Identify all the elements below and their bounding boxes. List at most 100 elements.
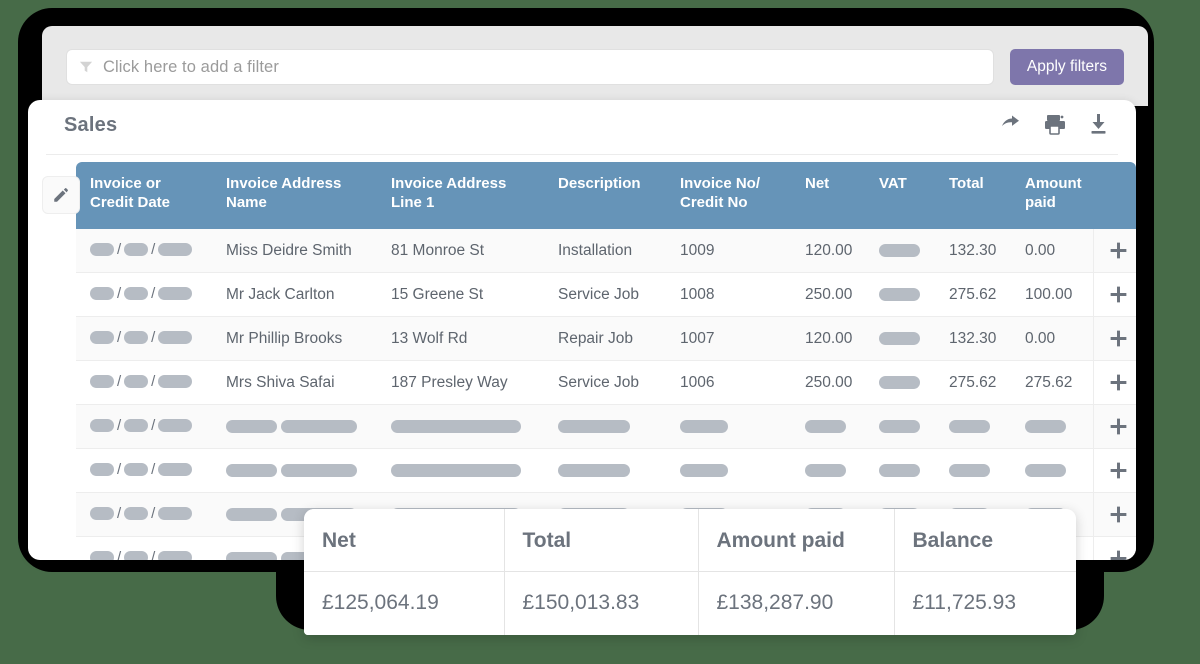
col-line-1: Description bbox=[558, 174, 658, 193]
redaction-pill bbox=[158, 551, 192, 561]
redaction-pill bbox=[879, 376, 920, 389]
redaction-pill bbox=[879, 332, 920, 345]
cell-amount-paid bbox=[1011, 405, 1093, 449]
row-add-button[interactable] bbox=[1093, 317, 1136, 361]
table-row[interactable]: //Mrs Shiva Safai187 Presley WayService … bbox=[76, 361, 1136, 405]
panel-action-bar bbox=[1000, 112, 1110, 136]
row-add-button[interactable] bbox=[1093, 405, 1136, 449]
summary-value-total: £150,013.83 bbox=[504, 572, 698, 636]
cell-net bbox=[791, 449, 865, 493]
table-row[interactable]: // bbox=[76, 449, 1136, 493]
cell-name: Mrs Shiva Safai bbox=[212, 361, 377, 405]
redacted-date: // bbox=[90, 417, 192, 434]
row-add-button[interactable] bbox=[1093, 493, 1136, 537]
table-row[interactable]: //Mr Phillip Brooks13 Wolf RdRepair Job1… bbox=[76, 317, 1136, 361]
cell-vat bbox=[865, 405, 935, 449]
date-separator: / bbox=[117, 461, 121, 478]
date-separator: / bbox=[151, 505, 155, 522]
date-separator: / bbox=[151, 417, 155, 434]
redaction-pill bbox=[124, 375, 148, 388]
redaction-pill bbox=[805, 464, 846, 477]
redaction-pill bbox=[90, 375, 114, 388]
redaction-pill bbox=[124, 331, 148, 344]
date-separator: / bbox=[151, 285, 155, 302]
share-icon[interactable] bbox=[1000, 112, 1024, 136]
sales-panel: Sales bbox=[28, 100, 1136, 560]
col-amount-paid[interactable]: Amount paid bbox=[1011, 162, 1093, 229]
cell-address: 81 Monroe St bbox=[377, 229, 544, 273]
col-invoice-no-credit-no[interactable]: Invoice No/ Credit No bbox=[666, 162, 791, 229]
cell-amount-paid: 0.00 bbox=[1011, 229, 1093, 273]
cell-net: 250.00 bbox=[791, 361, 865, 405]
col-line-1: Invoice Address bbox=[391, 174, 536, 193]
filter-bar-card: Click here to add a filter Apply filters bbox=[42, 26, 1148, 106]
redacted-date: // bbox=[90, 329, 192, 346]
table-row[interactable]: //Mr Jack Carlton15 Greene StService Job… bbox=[76, 273, 1136, 317]
row-add-button[interactable] bbox=[1093, 537, 1136, 561]
cell-invoice-no: 1009 bbox=[666, 229, 791, 273]
summary-value-balance: £11,725.93 bbox=[894, 572, 1076, 636]
col-invoice-or-credit-date[interactable]: Invoice or Credit Date bbox=[76, 162, 212, 229]
filter-bar-row: Click here to add a filter Apply filters bbox=[66, 49, 1124, 85]
redaction-pill bbox=[124, 287, 148, 300]
col-invoice-address-line-1[interactable]: Invoice Address Line 1 bbox=[377, 162, 544, 229]
filter-input-wrapper[interactable]: Click here to add a filter bbox=[66, 49, 994, 85]
screenshot-root: Click here to add a filter Apply filters… bbox=[0, 0, 1200, 664]
col-net[interactable]: Net bbox=[791, 162, 865, 229]
cell-description: Service Job bbox=[544, 273, 666, 317]
table-row[interactable]: //Miss Deidre Smith81 Monroe StInstallat… bbox=[76, 229, 1136, 273]
download-icon[interactable] bbox=[1086, 112, 1110, 136]
panel-header: Sales bbox=[46, 100, 1118, 155]
cell-net bbox=[791, 405, 865, 449]
date-separator: / bbox=[117, 549, 121, 561]
cell-total: 132.30 bbox=[935, 317, 1011, 361]
row-add-button[interactable] bbox=[1093, 273, 1136, 317]
cell-amount-paid: 275.62 bbox=[1011, 361, 1093, 405]
cell-description: Service Job bbox=[544, 361, 666, 405]
col-line-2: Name bbox=[226, 193, 369, 212]
cell-address bbox=[377, 405, 544, 449]
row-add-button[interactable] bbox=[1093, 361, 1136, 405]
date-separator: / bbox=[151, 549, 155, 561]
date-separator: / bbox=[151, 241, 155, 258]
edit-columns-button[interactable] bbox=[42, 176, 80, 214]
redaction-pill bbox=[879, 244, 920, 257]
redaction-pill bbox=[879, 464, 920, 477]
row-add-button[interactable] bbox=[1093, 449, 1136, 493]
cell-address: 187 Presley Way bbox=[377, 361, 544, 405]
plus-icon bbox=[1108, 548, 1129, 560]
date-separator: / bbox=[117, 241, 121, 258]
plus-icon bbox=[1108, 240, 1129, 261]
redacted-date: // bbox=[90, 549, 192, 561]
cell-date: // bbox=[76, 405, 212, 449]
date-separator: / bbox=[117, 417, 121, 434]
redaction-pill bbox=[90, 287, 114, 300]
cell-invoice-no: 1008 bbox=[666, 273, 791, 317]
redaction-pill bbox=[680, 420, 728, 433]
row-add-button[interactable] bbox=[1093, 229, 1136, 273]
summary-totals-panel: Net Total Amount paid Balance £125,064.1… bbox=[304, 509, 1076, 635]
summary-table: Net Total Amount paid Balance £125,064.1… bbox=[304, 509, 1076, 635]
apply-filters-button[interactable]: Apply filters bbox=[1010, 49, 1124, 85]
date-separator: / bbox=[151, 461, 155, 478]
redacted-date: // bbox=[90, 285, 192, 302]
print-icon[interactable] bbox=[1043, 112, 1067, 136]
redaction-pill bbox=[558, 420, 630, 433]
col-total[interactable]: Total bbox=[935, 162, 1011, 229]
cell-date: // bbox=[76, 317, 212, 361]
col-line-2: paid bbox=[1025, 193, 1085, 212]
col-invoice-address-name[interactable]: Invoice Address Name bbox=[212, 162, 377, 229]
col-vat[interactable]: VAT bbox=[865, 162, 935, 229]
cell-amount-paid bbox=[1011, 449, 1093, 493]
table-row[interactable]: // bbox=[76, 405, 1136, 449]
cell-vat bbox=[865, 229, 935, 273]
cell-total: 275.62 bbox=[935, 361, 1011, 405]
summary-header-net: Net bbox=[304, 509, 504, 572]
col-description[interactable]: Description bbox=[544, 162, 666, 229]
cell-date: // bbox=[76, 361, 212, 405]
col-line-2: Credit No bbox=[680, 193, 783, 212]
cell-name: Miss Deidre Smith bbox=[212, 229, 377, 273]
pencil-icon bbox=[52, 186, 70, 204]
filter-funnel-icon bbox=[79, 60, 93, 74]
cell-invoice-no: 1006 bbox=[666, 361, 791, 405]
